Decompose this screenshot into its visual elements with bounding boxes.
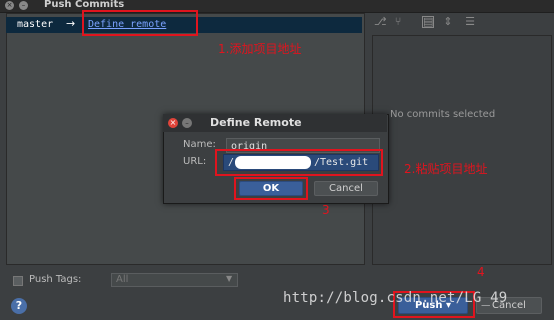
annotation-box-2: [215, 149, 383, 176]
dialog-title: Define Remote: [210, 116, 302, 129]
name-label: Name:: [183, 139, 216, 150]
no-commits-text: No commits selected: [390, 109, 496, 120]
annotation-step3: 3: [322, 203, 330, 217]
chevron-down-icon: ▼: [226, 274, 233, 283]
url-label: URL:: [183, 156, 207, 167]
window-title: Push Commits: [44, 0, 125, 10]
push-tags-selected: All: [116, 274, 129, 285]
annotation-step2: 2.粘贴项目地址: [404, 162, 488, 176]
dialog-cancel-button[interactable]: Cancel: [314, 181, 378, 196]
arrow-right-icon: →: [66, 17, 76, 30]
push-tags-select[interactable]: All: [111, 273, 238, 287]
watermark-text: http://blog.csdn.net/LG_49: [283, 290, 508, 306]
annotation-step1: 1.添加项目地址: [218, 42, 302, 56]
window-close-icon[interactable]: ×: [5, 1, 14, 10]
annotation-box-3: [234, 177, 308, 200]
dialog-close-icon[interactable]: ×: [168, 118, 178, 128]
push-tags-label: Push Tags:: [29, 274, 82, 285]
help-button[interactable]: ?: [11, 298, 27, 314]
collapse-icon[interactable]: ▤: [422, 16, 434, 28]
branch-alt-icon[interactable]: ⑂: [392, 16, 404, 28]
push-tags-checkbox[interactable]: [13, 276, 23, 286]
commits-panel: [372, 35, 552, 265]
annotation-step4: 4: [477, 265, 485, 279]
commits-toolbar: ⎇ ⑂ ▤ ⇕ ☰: [372, 14, 552, 32]
window-minimize-icon[interactable]: –: [19, 1, 28, 10]
branch-icon[interactable]: ⎇: [374, 16, 387, 28]
dialog-minimize-icon[interactable]: –: [182, 118, 192, 128]
branch-name: master: [17, 19, 54, 30]
annotation-box-1: [82, 10, 198, 36]
filter-icon[interactable]: ☰: [464, 16, 476, 28]
expand-icon[interactable]: ⇕: [442, 16, 454, 28]
